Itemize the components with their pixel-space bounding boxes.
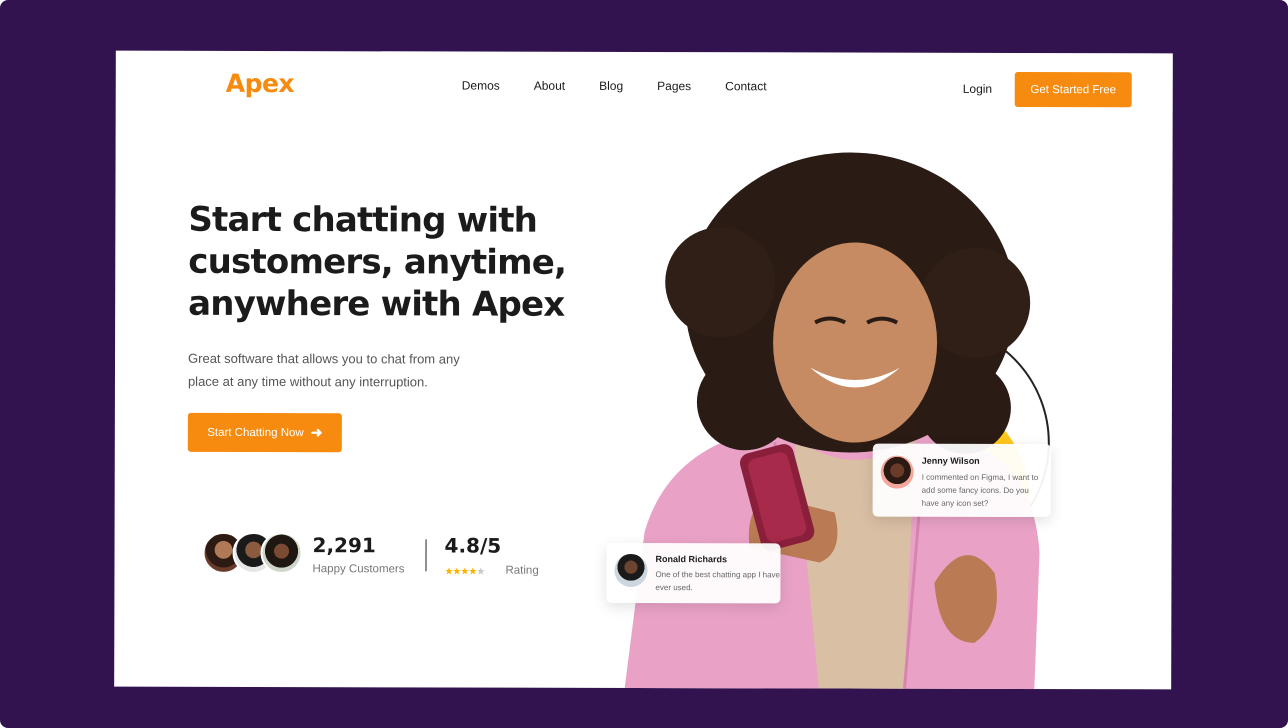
avatar	[880, 455, 914, 489]
rating-label: Rating	[505, 564, 539, 577]
star-icon: ★	[452, 566, 461, 578]
start-chatting-label: Start Chatting Now	[207, 426, 304, 439]
customers-count: 2,291	[312, 533, 376, 558]
rating-value: 4.8/5	[444, 533, 502, 558]
nav-item-blog[interactable]: Blog	[599, 79, 623, 93]
nav-item-contact[interactable]: Contact	[725, 79, 766, 93]
arrow-right-icon: ➜	[310, 424, 323, 441]
stats-divider	[425, 539, 427, 572]
nav-item-demos[interactable]: Demos	[462, 79, 500, 93]
woman-with-phone-photo	[624, 152, 1040, 690]
chat-card-jenny[interactable]: Jenny Wilson I commented on Figma, I wan…	[872, 443, 1051, 518]
customers-label: Happy Customers	[312, 563, 405, 576]
sender-name: Ronald Richards	[655, 554, 728, 565]
hero-title: Start chatting with customers, anytime, …	[188, 199, 567, 325]
start-chatting-button[interactable]: Start Chatting Now ➜	[187, 412, 342, 453]
get-started-button[interactable]: Get Started Free	[1014, 71, 1132, 108]
message-text: One of the best chatting app I have ever…	[655, 570, 781, 593]
star-icon: ★	[460, 566, 469, 578]
apex-logo[interactable]: Apex	[226, 69, 294, 98]
rating-stars: ★★★★★	[444, 566, 484, 577]
star-icon: ★	[468, 566, 477, 578]
login-link[interactable]: Login	[963, 82, 992, 96]
chat-card-ronald[interactable]: Ronald Richards One of the best chatting…	[606, 542, 781, 604]
customer-avatars	[202, 531, 303, 576]
nav-item-about[interactable]: About	[534, 79, 565, 93]
message-text: I commented on Figma, I want to add some…	[921, 472, 1039, 508]
landing-page: Apex Demos About Blog Pages Contact Logi…	[114, 50, 1173, 690]
avatar	[614, 553, 648, 588]
star-empty-icon: ★	[476, 566, 485, 578]
nav-item-pages[interactable]: Pages	[657, 79, 691, 93]
hero-subtitle: Great software that allows you to chat f…	[187, 350, 460, 390]
avatar	[260, 531, 303, 575]
main-nav: Demos About Blog Pages Contact	[462, 79, 767, 94]
star-icon: ★	[444, 566, 453, 578]
sender-name: Jenny Wilson	[921, 455, 980, 466]
